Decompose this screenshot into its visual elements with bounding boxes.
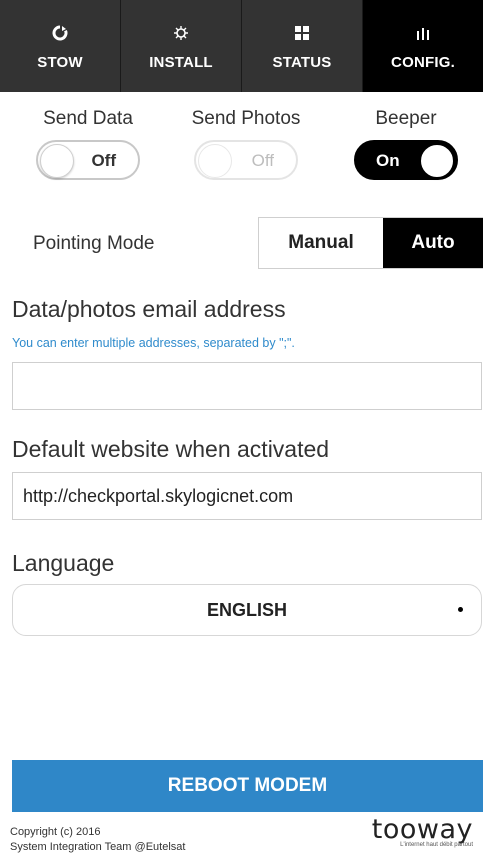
toggle-knob (420, 144, 454, 178)
send-photos-state: Off (251, 151, 274, 170)
beeper-group: Beeper On (336, 108, 476, 180)
email-field[interactable] (12, 362, 482, 410)
tab-install-label: INSTALL (149, 53, 213, 71)
tooway-logo: tooway L'internet haut débit partout (353, 814, 473, 848)
send-photos-group: Send Photos Off (176, 108, 316, 180)
send-data-group: Send Data Off (18, 108, 158, 180)
pointing-mode-segment: Manual Auto (258, 217, 483, 269)
beeper-toggle[interactable]: On (354, 140, 458, 180)
brand-name: tooway (371, 814, 473, 845)
toggle-knob (40, 144, 74, 178)
install-icon (173, 22, 189, 44)
send-data-label: Send Data (43, 108, 133, 129)
email-heading: Data/photos email address (12, 296, 286, 322)
website-field[interactable]: http://checkportal.skylogicnet.com (12, 472, 482, 520)
tab-install[interactable]: INSTALL (121, 0, 242, 92)
tab-stow-label: STOW (37, 53, 83, 71)
website-heading: Default website when activated (12, 436, 330, 462)
footer-copyright: Copyright (c) 2016 System Integration Te… (10, 825, 185, 855)
dropdown-indicator-icon (458, 607, 463, 612)
email-hint: You can enter multiple addresses, separa… (12, 336, 295, 350)
team-line: System Integration Team @Eutelsat (10, 841, 186, 853)
toggle-knob (198, 144, 232, 178)
beeper-state: On (376, 151, 400, 170)
beeper-label: Beeper (375, 108, 437, 129)
pointing-mode-label: Pointing Mode (33, 233, 155, 254)
copyright-line: Copyright (c) 2016 (10, 826, 101, 838)
send-data-state: Off (91, 151, 116, 170)
config-page: STOW INSTALL STATUS CONFIG. Send Data Of… (0, 0, 483, 861)
language-select[interactable]: ENGLISH (12, 584, 482, 636)
tab-config[interactable]: CONFIG. (363, 0, 483, 92)
reboot-modem-button[interactable]: REBOOT MODEM (12, 760, 483, 812)
tab-status[interactable]: STATUS (242, 0, 363, 92)
language-heading: Language (12, 550, 115, 576)
send-data-toggle[interactable]: Off (36, 140, 140, 180)
tab-config-label: CONFIG. (391, 53, 455, 71)
send-photos-toggle[interactable]: Off (194, 140, 298, 180)
tab-stow[interactable]: STOW (0, 0, 121, 92)
send-photos-label: Send Photos (191, 108, 301, 129)
status-icon (295, 22, 309, 44)
stow-icon (52, 22, 68, 44)
pointing-mode-auto[interactable]: Auto (383, 218, 483, 268)
pointing-mode-manual[interactable]: Manual (259, 218, 383, 268)
tab-status-label: STATUS (272, 53, 332, 71)
language-value: ENGLISH (206, 599, 287, 620)
tab-bar: STOW INSTALL STATUS CONFIG. (0, 0, 483, 92)
config-icon (416, 22, 430, 44)
toggle-row: Send Data Off Send Photos Off Beeper On (0, 108, 483, 188)
